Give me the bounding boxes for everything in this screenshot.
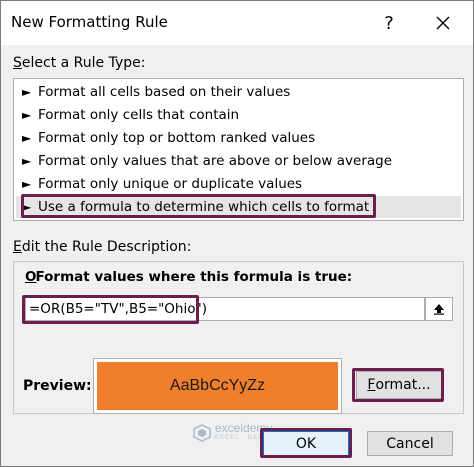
format-button-highlight bbox=[352, 368, 444, 402]
new-formatting-rule-dialog: New Formatting Rule ? Select a Rule Type… bbox=[0, 0, 474, 467]
preview-sample: AaBbCcYyZz bbox=[97, 362, 338, 410]
arrow-icon: ► bbox=[22, 85, 32, 99]
selected-rule-highlight bbox=[21, 194, 376, 218]
arrow-icon: ► bbox=[22, 177, 32, 191]
title-bar: New Formatting Rule ? bbox=[1, 1, 473, 45]
rule-type-list[interactable]: ► Format all cells based on their values … bbox=[13, 78, 464, 221]
rule-type-item[interactable]: ► Format only values that are above or be… bbox=[16, 150, 461, 172]
arrow-icon: ► bbox=[22, 154, 32, 168]
dialog-title: New Formatting Rule bbox=[11, 13, 168, 31]
cancel-button[interactable]: Cancel bbox=[367, 431, 453, 456]
formula-highlight bbox=[22, 295, 199, 324]
rule-description-heading: Edit the Rule Description: bbox=[13, 239, 192, 255]
rule-type-item[interactable]: ► Format all cells based on their values bbox=[16, 81, 461, 103]
help-button[interactable]: ? bbox=[369, 5, 409, 41]
collapse-dialog-button[interactable] bbox=[425, 297, 453, 321]
close-button[interactable] bbox=[421, 5, 465, 41]
formula-label: OFormat values where this formula is tru… bbox=[25, 269, 353, 285]
rule-type-item[interactable]: ► Format only unique or duplicate values bbox=[16, 173, 461, 195]
preview-label: Preview: bbox=[23, 378, 92, 394]
arrow-icon: ► bbox=[22, 108, 32, 122]
rule-type-item[interactable]: ► Format only top or bottom ranked values bbox=[16, 127, 461, 149]
preview-box: AaBbCcYyZz bbox=[93, 358, 342, 414]
exceldemy-logo-icon bbox=[193, 424, 211, 442]
collapse-arrow-icon bbox=[434, 304, 444, 315]
ok-button-highlight bbox=[260, 428, 352, 458]
close-icon bbox=[436, 16, 450, 30]
arrow-icon: ► bbox=[22, 131, 32, 145]
rule-type-heading: Select a Rule Type: bbox=[13, 55, 146, 71]
rule-type-item[interactable]: ► Format only cells that contain bbox=[16, 104, 461, 126]
